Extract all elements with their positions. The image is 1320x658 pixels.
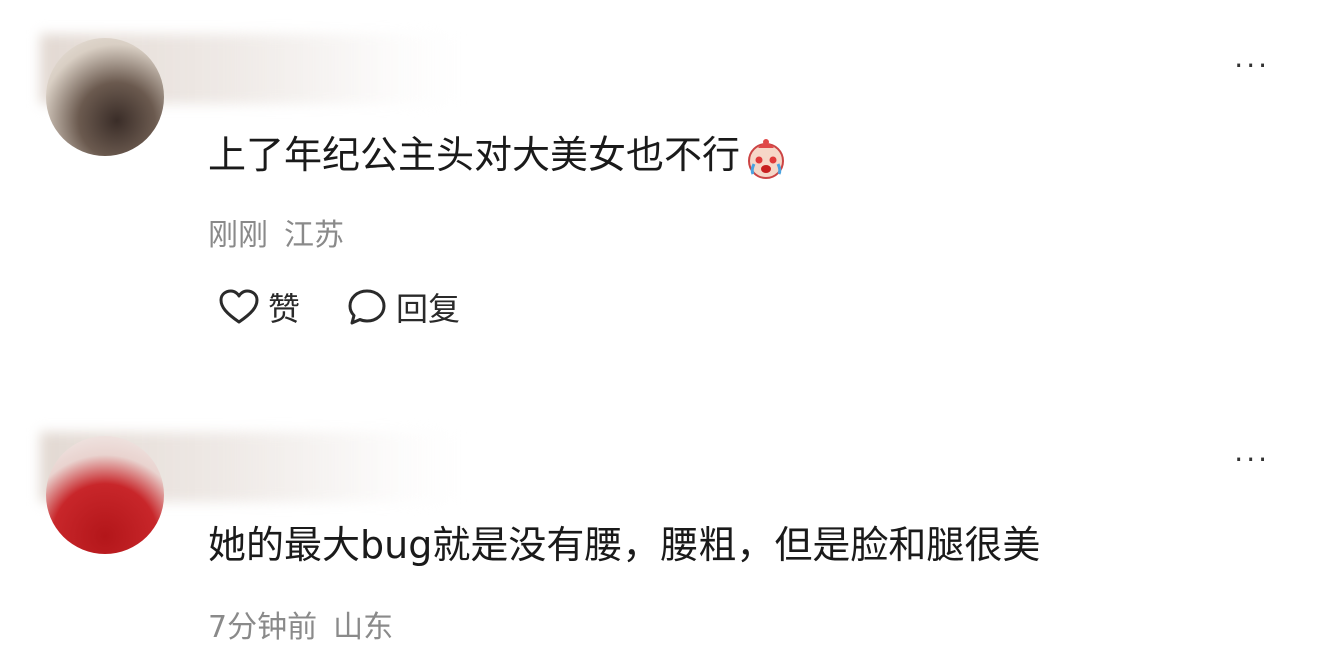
- comment-text: 上了年纪公主头对大美女也不行: [208, 124, 788, 180]
- comment-bubble-icon: [348, 289, 386, 325]
- reply-label: 回复: [396, 290, 461, 328]
- comment-item: ··· 她的最大bug就是没有腰，腰粗，但是脸和腿很美 7分钟前 山东: [0, 400, 1320, 658]
- comment-time: 7分钟前: [208, 610, 318, 645]
- avatar[interactable]: [46, 38, 164, 156]
- avatar[interactable]: [46, 436, 164, 554]
- like-label: 赞: [268, 290, 301, 328]
- reply-button[interactable]: 回复: [346, 284, 460, 330]
- comment-location: 江苏: [284, 218, 344, 253]
- comment-location: 山东: [333, 610, 394, 645]
- more-options-icon[interactable]: ···: [1234, 52, 1270, 80]
- comment-time: 刚刚: [208, 218, 268, 253]
- like-button[interactable]: 赞: [218, 284, 300, 330]
- comment-meta: 刚刚 江苏: [208, 210, 344, 254]
- more-options-icon[interactable]: ···: [1234, 446, 1270, 474]
- comment-text: 她的最大bug就是没有腰，腰粗，但是脸和腿很美: [208, 514, 1040, 569]
- comment-text-content: 上了年纪公主头对大美女也不行: [208, 133, 741, 177]
- comment-item: ··· 上了年纪公主头对大美女也不行 刚刚 江苏 赞 回复: [0, 0, 1320, 390]
- comment-meta: 7分钟前 山东: [208, 602, 393, 646]
- comment-actions: 赞 回复: [218, 284, 506, 330]
- comment-text-content: 她的最大bug就是没有腰，腰粗，但是脸和腿很美: [208, 523, 1041, 567]
- crying-clown-emoji-icon: [748, 138, 785, 179]
- heart-icon: [219, 289, 259, 324]
